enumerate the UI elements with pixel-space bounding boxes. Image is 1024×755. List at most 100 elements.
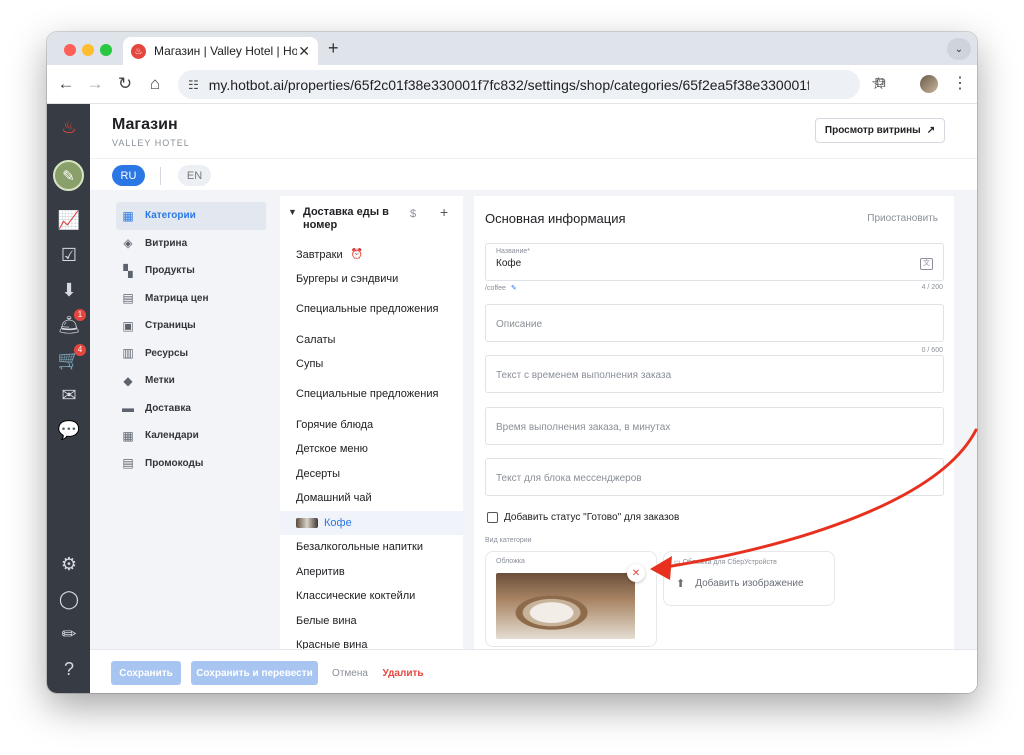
sidenav-item-pages[interactable]: ▣ Страницы [116,312,266,340]
view-storefront-button[interactable]: Просмотр витрины ↗ [815,118,945,143]
cart-icon[interactable]: 🛒 4 [57,344,86,372]
name-field-label: Название* [496,248,531,255]
category-item[interactable]: Салаты [280,328,463,353]
cover-coffee-image[interactable] [496,573,635,639]
maximize-window-button[interactable] [100,44,112,56]
description-field[interactable]: Описание [485,304,944,342]
sidenav-item-delivery[interactable]: ▬ Доставка [116,395,266,423]
close-icon[interactable]: ✕ [298,43,310,60]
url-text[interactable]: my.hotbot.ai/properties/65f2c01f38e33000… [209,77,809,93]
cover-image-card: Обложка ✕ [485,551,657,647]
back-icon[interactable]: ← [56,74,76,94]
category-item[interactable]: Аперитив [280,560,463,585]
category-item[interactable]: Бургеры и сэндвичи [280,267,463,292]
sidenav-item-resources[interactable]: ▥ Ресурсы [116,340,266,368]
user-profile-icon[interactable]: ◯ [57,587,81,611]
order-time-text-field[interactable]: Текст с временем выполнения заказа [485,355,944,393]
sidenav-item-storefront[interactable]: ◈ Витрина [116,230,266,258]
category-view-label: Вид категории [485,537,532,544]
category-item[interactable]: Безалкогольные напитки [280,535,463,560]
lang-ru-tab[interactable]: RU [112,165,145,186]
category-item[interactable]: Горячие блюда [280,413,463,438]
category-item[interactable]: Супы [280,352,463,377]
price-dollar-icon[interactable]: $ [410,208,416,220]
add-image-button[interactable]: ⬆ Добавить изображение [676,577,804,590]
extensions-icon[interactable]: ⧉ [875,74,886,91]
description-char-count: 0 / 600 [921,347,943,354]
tv-icon: ▭ [674,559,683,566]
page-title: Магазин [112,116,178,133]
property-avatar[interactable]: ✎ [53,160,84,191]
ready-status-checkbox[interactable] [487,512,498,523]
category-item[interactable]: Завтраки ⏰ [280,243,463,267]
add-category-plus-icon[interactable]: + [440,204,448,220]
category-item[interactable]: Белые вина [280,609,463,634]
category-item[interactable]: Классические коктейли [280,584,463,609]
edit-pencil-icon[interactable]: ✎ [511,285,517,292]
settings-gear-icon[interactable]: ⚙ [57,552,81,576]
save-and-translate-button[interactable]: Сохранить и перевести [191,661,318,685]
cancel-button[interactable]: Отмена [330,661,370,685]
save-button[interactable]: Сохранить [111,661,181,685]
mail-icon[interactable]: ✉ [57,383,81,407]
category-item[interactable]: Домашний чай [280,486,463,511]
ready-status-row[interactable]: Добавить статус "Готово" для заказов [487,512,679,523]
browser-tab[interactable]: ♨ Магазин | Valley Hotel | Hotbot ✕ [123,37,318,65]
action-footer: Сохранить Сохранить и перевести Отмена У… [90,649,977,693]
remove-image-close-icon[interactable]: ✕ [627,564,645,582]
close-window-button[interactable] [64,44,76,56]
upload-icon: ⬆ [676,578,686,590]
forward-icon[interactable]: → [85,74,105,94]
lang-en-tab[interactable]: EN [178,165,211,186]
category-item[interactable]: Детское меню [280,437,463,462]
minimize-window-button[interactable] [82,44,94,56]
home-icon[interactable]: ⌂ [145,74,165,94]
sidenav-item-products[interactable]: ▚ Продукты [116,257,266,285]
sidenav-item-labels[interactable]: ◆ Метки [116,367,266,395]
category-item[interactable]: Красные вина [280,633,463,649]
kebab-icon[interactable]: ⋮ [952,73,968,93]
category-item[interactable]: Десерты [280,462,463,487]
suspend-button[interactable]: Приостановить [867,213,938,224]
inbox-icon[interactable]: ⬇ [57,278,81,302]
name-field[interactable]: Название* Кофе 文 [485,243,944,281]
promo-icon: ▤ [122,456,134,471]
store-icon: ▦ [122,208,134,223]
translate-icon[interactable]: 文 [920,258,933,270]
category-group-title[interactable]: Доставка еды в номер [303,206,403,232]
lang-divider [160,167,161,185]
reload-icon[interactable]: ↻ [115,74,135,94]
resource-icon: ▥ [122,346,134,361]
sber-cover-card[interactable]: ▭ Обложка для СберУстройств ⬆ Добавить и… [663,551,835,606]
analytics-icon[interactable]: 📈 [57,208,81,232]
delete-button[interactable]: Удалить [382,661,423,685]
service-bell-icon[interactable]: 🛎 1 [57,309,86,337]
name-field-value[interactable]: Кофе [496,258,521,269]
sidenav-item-promocodes[interactable]: ▤ Промокоды [116,450,266,478]
messenger-text-placeholder: Текст для блока мессенджеров [496,473,642,484]
chevron-down-icon[interactable]: ⌄ [947,38,971,60]
tasks-check-icon[interactable]: ☑ [57,243,81,267]
pencil-icon[interactable]: ✏ [57,622,81,646]
browser-window: ♨ Магазин | Valley Hotel | Hotbot ✕ + ⌄ … [47,32,977,693]
sidenav-item-calendars[interactable]: ▦ Календари [116,422,266,450]
chat-icon[interactable]: 💬 [57,418,81,442]
site-settings-icon[interactable]: ☷ [188,78,199,92]
alarm-clock-icon: ⏰ [350,248,364,260]
sidenav-item-categories[interactable]: ▦ Категории [116,202,266,230]
chevron-down-icon[interactable]: ▼ [288,207,297,217]
hotbot-favicon-icon: ♨ [131,43,146,59]
hotbot-logo-icon[interactable]: ♨ [60,118,78,138]
help-icon[interactable]: ? [57,657,81,681]
category-item[interactable]: Специальные предложения [280,377,463,413]
address-bar[interactable]: ☷ my.hotbot.ai/properties/65f2c01f38e330… [178,70,886,99]
messenger-text-field[interactable]: Текст для блока мессенджеров [485,458,944,496]
slug-row[interactable]: /coffee ✎ [485,284,517,292]
order-time-minutes-field[interactable]: Время выполнения заказа, в минутах [485,407,944,445]
profile-avatar[interactable] [920,75,938,93]
tag-icon: ◆ [123,373,133,388]
category-item-active[interactable]: Кофе [280,510,463,535]
sidenav-item-price-matrix[interactable]: ▤ Матрица цен [116,285,266,313]
plus-icon[interactable]: + [328,38,339,59]
category-item[interactable]: Специальные предложения [280,292,463,328]
